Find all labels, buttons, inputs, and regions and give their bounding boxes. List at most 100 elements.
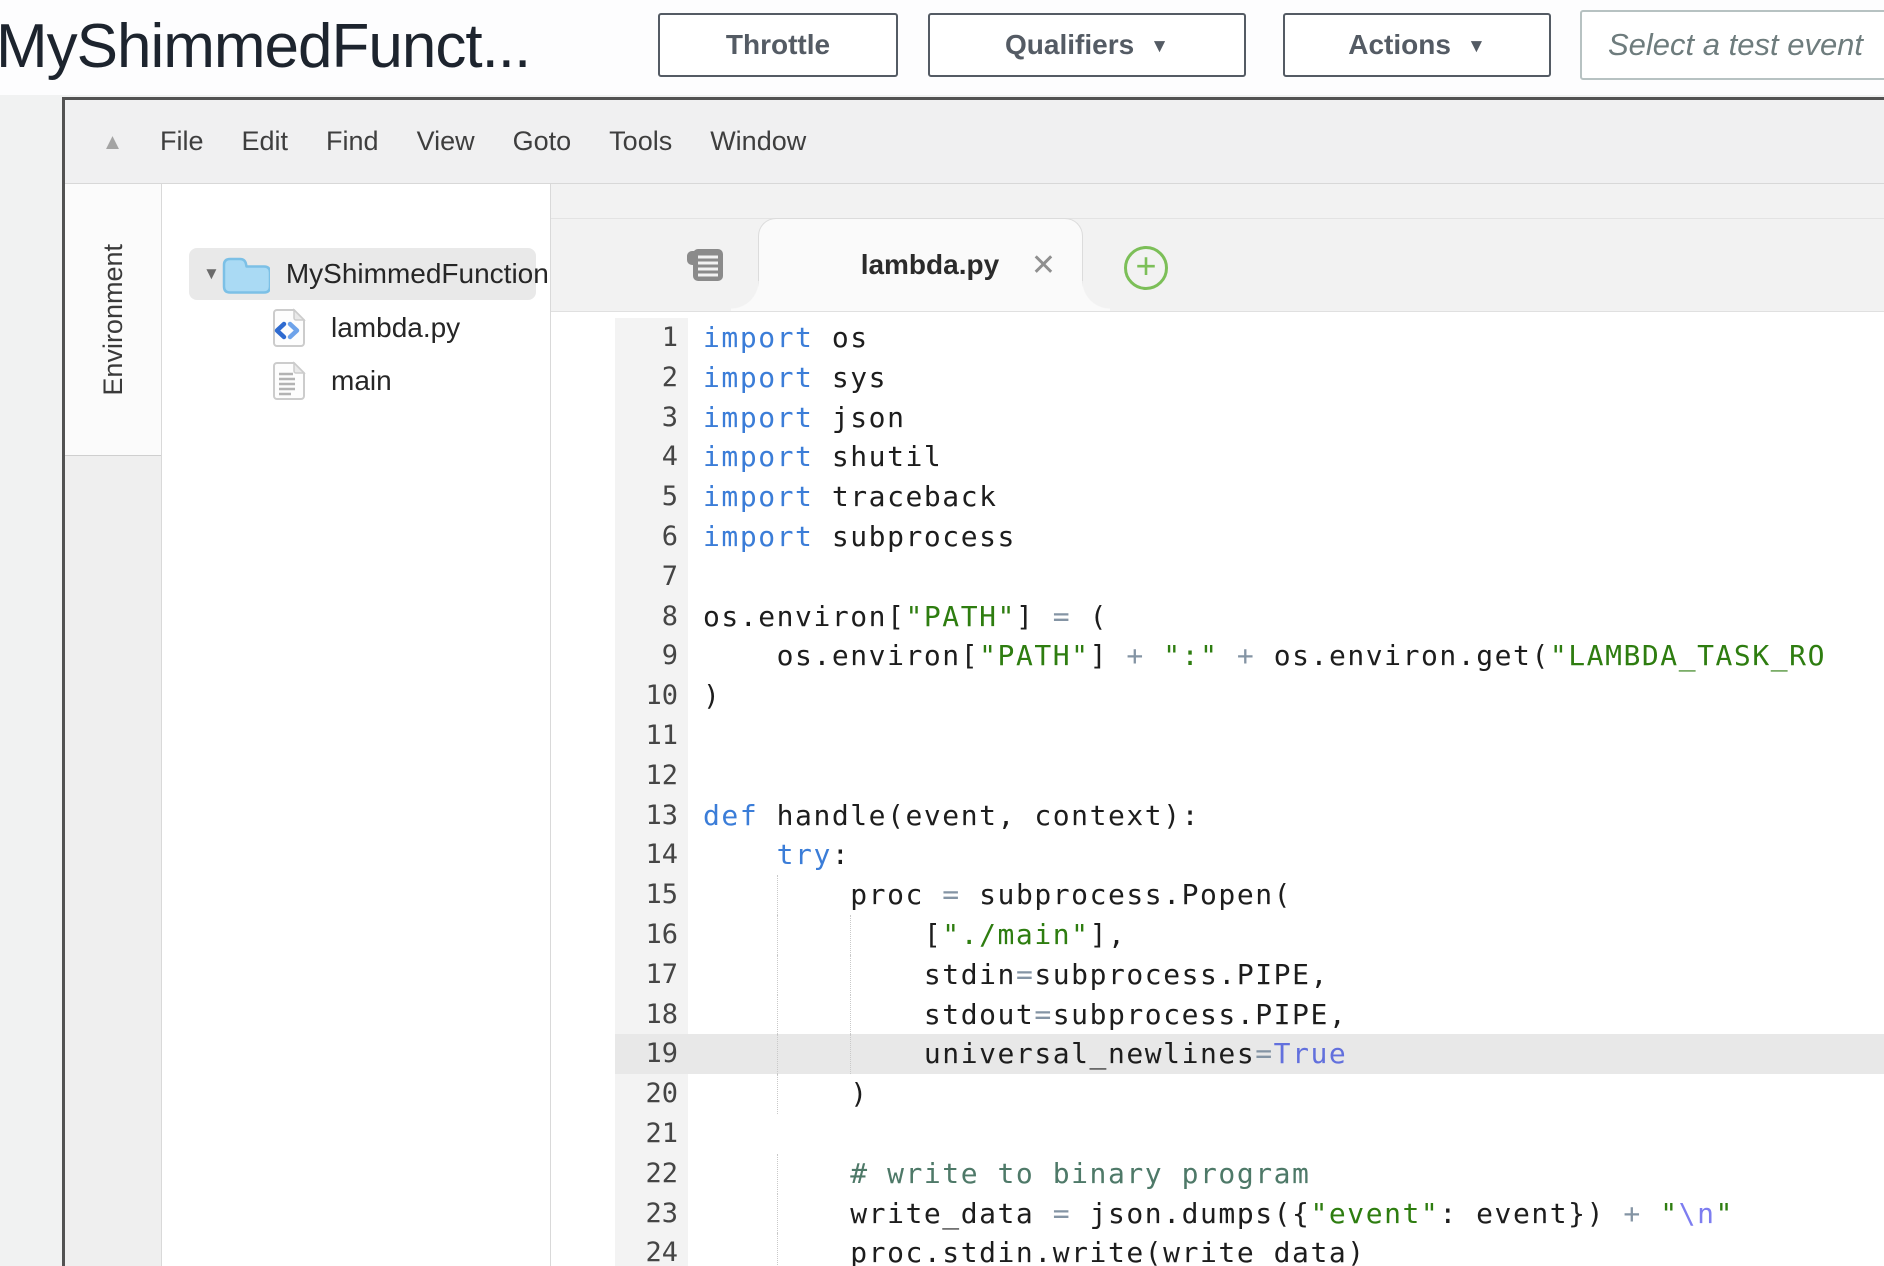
code-text xyxy=(688,1114,1884,1154)
throttle-button[interactable]: Throttle xyxy=(658,13,898,77)
code-text: ) xyxy=(688,1074,1884,1114)
collapse-panel-icon[interactable]: ▲ xyxy=(65,129,160,155)
code-text: def handle(event, context): xyxy=(688,796,1884,836)
code-line-5: 5import traceback xyxy=(615,477,1884,517)
add-tab-button[interactable]: + xyxy=(1124,246,1168,290)
line-number: 12 xyxy=(615,756,688,796)
menu-find[interactable]: Find xyxy=(326,126,379,157)
file-tree: ▼ MyShimmedFunction lamb xyxy=(162,184,551,1266)
line-number: 14 xyxy=(615,835,688,875)
tab-list-icon[interactable] xyxy=(686,248,724,287)
chevron-down-icon: ▼ xyxy=(1467,36,1486,58)
code-text: proc.stdin.write(write_data) xyxy=(688,1233,1884,1266)
indent-guide xyxy=(777,1074,778,1114)
indent-guide xyxy=(777,1154,778,1194)
test-event-select[interactable]: Select a test event xyxy=(1580,10,1884,80)
tree-item-myshimmedfunction[interactable]: ▼ MyShimmedFunction xyxy=(189,248,536,300)
plus-icon: + xyxy=(1135,248,1156,284)
line-number: 21 xyxy=(615,1114,688,1154)
code-editor[interactable]: 1import os2import sys3import json4import… xyxy=(551,312,1884,1266)
menu-file[interactable]: File xyxy=(160,126,204,157)
tree-item-main[interactable]: main xyxy=(162,354,550,407)
code-text: os.environ["PATH"] + ":" + os.environ.ge… xyxy=(688,636,1884,676)
editor-panel: lambda.py ✕ + 1import os2import sys3impo… xyxy=(551,184,1884,1266)
indent-guide xyxy=(777,875,778,915)
actions-button[interactable]: Actions ▼ xyxy=(1283,13,1551,77)
line-number: 2 xyxy=(615,358,688,398)
code-text: stdin=subprocess.PIPE, xyxy=(688,955,1884,995)
indent-guide xyxy=(777,955,778,995)
code-text: stdout=subprocess.PIPE, xyxy=(688,995,1884,1035)
code-text: import json xyxy=(688,398,1884,438)
code-text: import shutil xyxy=(688,437,1884,477)
line-number: 1 xyxy=(615,318,688,358)
menu-window[interactable]: Window xyxy=(710,126,806,157)
qualifiers-button[interactable]: Qualifiers ▼ xyxy=(928,13,1246,77)
chevron-down-icon: ▼ xyxy=(1150,36,1169,58)
tree-item-label: main xyxy=(331,365,392,397)
code-text: try: xyxy=(688,835,1884,875)
indent-guide xyxy=(850,955,851,995)
code-text: # write to binary program xyxy=(688,1154,1884,1194)
line-number: 15 xyxy=(615,875,688,915)
tree-item-label: MyShimmedFunction xyxy=(286,258,549,290)
code-text: import traceback xyxy=(688,477,1884,517)
menu-goto[interactable]: Goto xyxy=(513,126,572,157)
qualifiers-button-label: Qualifiers xyxy=(1005,29,1134,61)
editor-tabbar: lambda.py ✕ + xyxy=(551,184,1884,312)
code-text: write_data = json.dumps({"event": event}… xyxy=(688,1194,1884,1234)
code-line-23: 23 write_data = json.dumps({"event": eve… xyxy=(615,1194,1884,1234)
code-text: proc = subprocess.Popen( xyxy=(688,875,1884,915)
indent-guide xyxy=(777,1233,778,1266)
indent-guide xyxy=(777,1034,778,1074)
test-event-placeholder: Select a test event xyxy=(1608,27,1863,63)
code-lines: 1import os2import sys3import json4import… xyxy=(615,318,1884,1266)
code-line-4: 4import shutil xyxy=(615,437,1884,477)
code-line-1: 1import os xyxy=(615,318,1884,358)
text-file-icon xyxy=(271,360,307,402)
code-line-10: 10) xyxy=(615,676,1884,716)
indent-guide xyxy=(777,1194,778,1234)
line-number: 24 xyxy=(615,1233,688,1266)
line-number: 3 xyxy=(615,398,688,438)
line-number: 8 xyxy=(615,597,688,637)
line-number: 9 xyxy=(615,636,688,676)
menu-tools[interactable]: Tools xyxy=(609,126,672,157)
code-text xyxy=(688,557,1884,597)
code-line-13: 13def handle(event, context): xyxy=(615,796,1884,836)
code-line-2: 2import sys xyxy=(615,358,1884,398)
close-icon[interactable]: ✕ xyxy=(1031,248,1056,283)
code-file-icon xyxy=(271,307,307,349)
code-line-21: 21 xyxy=(615,1114,1884,1154)
line-number: 5 xyxy=(615,477,688,517)
code-line-22: 22 # write to binary program xyxy=(615,1154,1884,1194)
tree-expand-caret-icon[interactable]: ▼ xyxy=(203,264,220,284)
tab-environment[interactable]: Environment xyxy=(65,184,161,456)
code-line-18: 18 stdout=subprocess.PIPE, xyxy=(615,995,1884,1035)
code-line-11: 11 xyxy=(615,716,1884,756)
menu-edit[interactable]: Edit xyxy=(242,126,289,157)
code-line-6: 6import subprocess xyxy=(615,517,1884,557)
line-number: 16 xyxy=(615,915,688,955)
tree-item-lambda-py[interactable]: lambda.py xyxy=(162,301,550,354)
code-line-7: 7 xyxy=(615,557,1884,597)
code-line-20: 20 ) xyxy=(615,1074,1884,1114)
line-number: 7 xyxy=(615,557,688,597)
line-number: 18 xyxy=(615,995,688,1035)
code-text: import os xyxy=(688,318,1884,358)
line-number: 11 xyxy=(615,716,688,756)
code-text: universal_newlines=True xyxy=(688,1034,1884,1074)
tree-item-label: lambda.py xyxy=(331,312,460,344)
menu-view[interactable]: View xyxy=(417,126,475,157)
line-number: 20 xyxy=(615,1074,688,1114)
line-number: 4 xyxy=(615,437,688,477)
environment-tab-label: Environment xyxy=(98,244,129,396)
indent-guide xyxy=(777,995,778,1035)
code-line-24: 24 proc.stdin.write(write_data) xyxy=(615,1233,1884,1266)
indent-guide xyxy=(850,995,851,1035)
code-text: import sys xyxy=(688,358,1884,398)
code-line-19: 19 universal_newlines=True xyxy=(615,1034,1884,1074)
tab-lambda-py[interactable]: lambda.py ✕ xyxy=(758,218,1083,311)
line-number: 23 xyxy=(615,1194,688,1234)
code-line-3: 3import json xyxy=(615,398,1884,438)
